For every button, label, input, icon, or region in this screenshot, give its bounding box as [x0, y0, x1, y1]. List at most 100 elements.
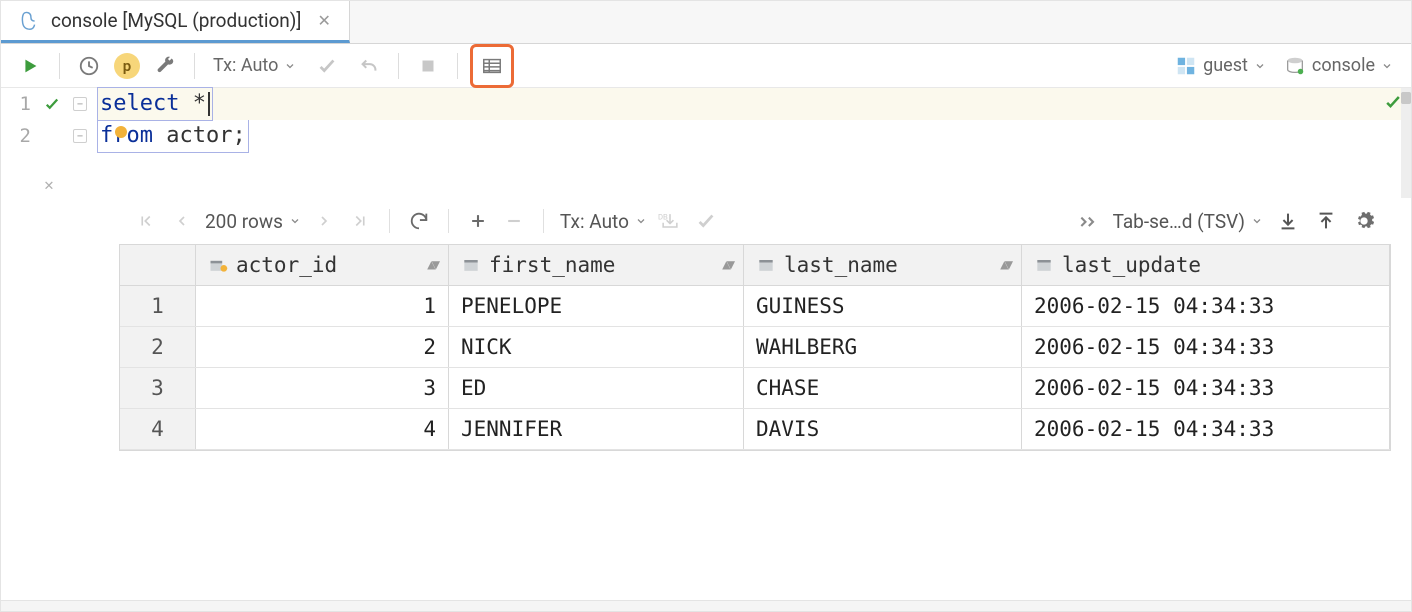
separator [448, 209, 449, 233]
cell[interactable]: JENNIFER [449, 409, 744, 449]
schema-icon [1175, 55, 1197, 77]
add-row-icon[interactable] [465, 211, 491, 231]
cell[interactable]: PENELOPE [449, 286, 744, 326]
history-icon[interactable] [72, 49, 106, 83]
tx-label: Tx: Auto [213, 55, 278, 76]
console-icon [1284, 55, 1306, 77]
scrollbar[interactable] [1401, 88, 1411, 198]
line-number: 2 [11, 125, 31, 147]
sql-editor[interactable]: 1 − 2 − ✕ select * from actor; [1, 88, 1411, 198]
fold-handle-icon[interactable]: − [73, 97, 87, 111]
cell[interactable]: 2006-02-15 04:34:33 [1022, 327, 1390, 367]
cell[interactable]: 4 [196, 409, 449, 449]
stop-icon[interactable] [411, 49, 445, 83]
table-row[interactable]: 1 1 PENELOPE GUINESS 2006-02-15 04:34:33 [120, 286, 1390, 327]
cell[interactable]: 3 [196, 368, 449, 408]
sort-icon[interactable]: ▲▼ [427, 257, 436, 273]
in-editor-results-button[interactable] [470, 44, 514, 88]
column-label: first_name [489, 253, 615, 277]
column-header[interactable]: actor_id ▲▼ [196, 245, 449, 285]
cell[interactable]: 1 [196, 286, 449, 326]
cell[interactable]: ED [449, 368, 744, 408]
column-icon [756, 255, 776, 275]
console-selector[interactable]: console [1278, 55, 1399, 77]
production-badge-icon[interactable]: p [114, 53, 140, 79]
column-header[interactable]: last_name ▲▼ [744, 245, 1022, 285]
chevron-down-icon [284, 60, 296, 72]
fold-handle-icon[interactable]: − [73, 129, 87, 143]
cell[interactable]: DAVIS [744, 409, 1022, 449]
settings-wrench-icon[interactable] [148, 49, 182, 83]
table-row[interactable]: 3 3 ED CHASE 2006-02-15 04:34:33 [120, 368, 1390, 409]
separator [389, 209, 390, 233]
table-row[interactable]: 2 2 NICK WAHLBERG 2006-02-15 04:34:33 [120, 327, 1390, 368]
commit-icon[interactable] [310, 49, 344, 83]
results-tx-dropdown[interactable]: Tx: Auto [560, 210, 647, 233]
refresh-icon[interactable] [406, 210, 432, 232]
tx-mode-dropdown[interactable]: Tx: Auto [207, 55, 302, 76]
cell[interactable]: WAHLBERG [744, 327, 1022, 367]
chevron-down-icon [1251, 215, 1263, 227]
line-number: 1 [11, 93, 31, 115]
code-text: * [179, 91, 206, 116]
grid-header: actor_id ▲▼ first_name ▲▼ last_name ▲▼ l… [120, 245, 1390, 286]
editor-gutter: 1 − 2 − ✕ [1, 88, 97, 198]
export-format-label: Tab-se…d (TSV) [1113, 210, 1245, 233]
more-icon[interactable] [1075, 214, 1101, 228]
cell[interactable]: 2 [196, 327, 449, 367]
column-header[interactable]: first_name ▲▼ [449, 245, 744, 285]
table-view-icon [475, 49, 509, 83]
run-button[interactable] [13, 49, 47, 83]
warning-dot-icon[interactable] [115, 126, 127, 138]
column-label: last_name [784, 253, 898, 277]
rollback-icon[interactable] [352, 49, 386, 83]
separator [59, 53, 60, 79]
chevron-down-icon [1254, 60, 1266, 72]
cell[interactable]: GUINESS [744, 286, 1022, 326]
next-page-icon[interactable] [311, 213, 337, 229]
db-submit-icon[interactable]: DB [657, 210, 683, 232]
database-icon [19, 10, 41, 32]
toolbar-right: guest console [1169, 55, 1399, 77]
cell[interactable]: 2006-02-15 04:34:33 [1022, 368, 1390, 408]
sort-icon[interactable]: ▲▼ [1000, 257, 1009, 273]
row-number: 3 [120, 368, 196, 408]
keyword: select [100, 91, 179, 116]
rows-count-dropdown[interactable]: 200 rows [205, 210, 301, 233]
column-label: actor_id [236, 253, 337, 277]
check-icon[interactable] [1383, 92, 1403, 112]
rows-count-label: 200 rows [205, 210, 283, 233]
schema-selector[interactable]: guest [1169, 55, 1272, 77]
prev-page-icon[interactable] [169, 213, 195, 229]
cell[interactable]: 2006-02-15 04:34:33 [1022, 286, 1390, 326]
text-cursor [208, 92, 210, 116]
sort-icon[interactable]: ▲▼ [722, 257, 731, 273]
cell[interactable]: 2006-02-15 04:34:33 [1022, 409, 1390, 449]
separator [457, 53, 458, 79]
export-format-dropdown[interactable]: Tab-se…d (TSV) [1113, 210, 1263, 233]
pk-column-icon [208, 255, 228, 275]
row-number: 2 [120, 327, 196, 367]
row-number-header[interactable] [120, 245, 196, 285]
table-row[interactable]: 4 4 JENNIFER DAVIS 2006-02-15 04:34:33 [120, 409, 1390, 450]
column-icon [1034, 255, 1054, 275]
last-page-icon[interactable] [347, 212, 373, 230]
cell[interactable]: CHASE [744, 368, 1022, 408]
code-area[interactable]: select * from actor; [97, 88, 1411, 198]
row-number: 1 [120, 286, 196, 326]
upload-icon[interactable] [1313, 210, 1339, 232]
results-tx-label: Tx: Auto [560, 210, 629, 233]
tab-console[interactable]: console [MySQL (production)] ✕ [1, 1, 350, 43]
gear-icon[interactable] [1351, 210, 1377, 232]
close-icon[interactable]: ✕ [317, 11, 330, 30]
main-toolbar: p Tx: Auto [1, 44, 1411, 88]
close-results-icon[interactable]: ✕ [1, 170, 97, 198]
remove-row-icon[interactable] [501, 211, 527, 231]
commit-results-icon[interactable] [693, 210, 719, 232]
column-header[interactable]: last_update [1022, 245, 1390, 285]
app-window: console [MySQL (production)] ✕ p Tx: Aut… [0, 0, 1412, 612]
first-page-icon[interactable] [133, 212, 159, 230]
check-icon [43, 95, 61, 113]
download-icon[interactable] [1275, 210, 1301, 232]
cell[interactable]: NICK [449, 327, 744, 367]
